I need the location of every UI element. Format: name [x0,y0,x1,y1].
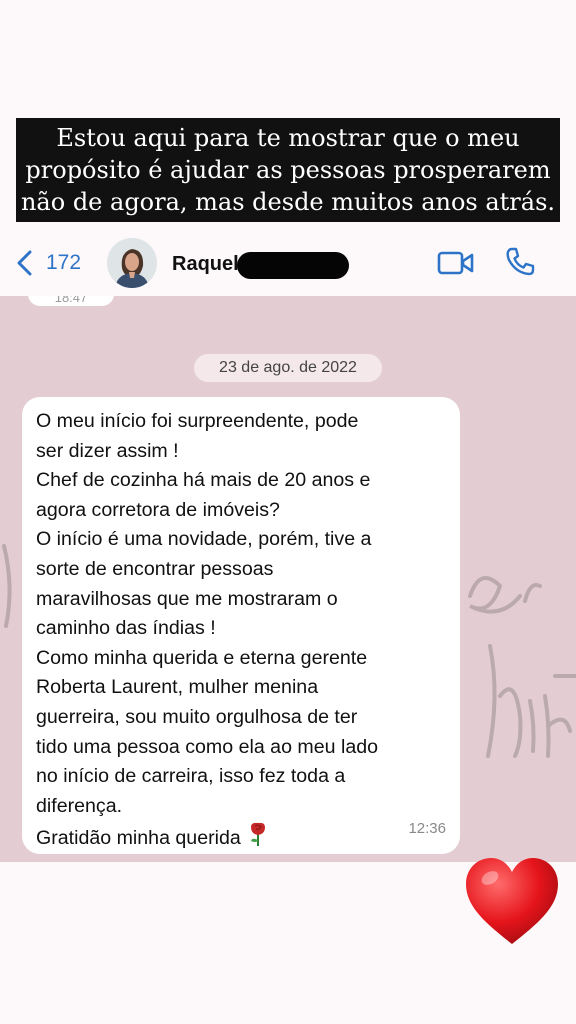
message-line: no início de carreira, isso fez toda a [36,765,346,788]
phone-call-icon[interactable] [504,246,536,278]
message-line-last: Gratidão minha querida [36,821,446,854]
previous-message-bubble: 18:47 [28,296,114,306]
message-line: guerreira, sou muito orgulhosa de ter [36,705,358,728]
story-caption: Estou aqui para te mostrar que o meu pro… [16,118,560,222]
message-line: agora corretora de imóveis? [36,498,280,521]
heart-sticker-icon [466,858,558,944]
caption-line: propósito é ajudar as pessoas prosperare… [25,156,551,184]
avatar[interactable] [107,238,157,288]
date-divider: 23 de ago. de 2022 [194,354,382,382]
message-line: maravilhosas que me mostraram o [36,587,338,610]
message-line: Chef de cozinha há mais de 20 anos e [36,469,371,492]
message-bubble[interactable]: O meu início foi surpreendente, pode ser… [22,397,460,854]
message-line: sorte de encontrar pessoas [36,557,274,580]
previous-message-time: 18:47 [54,296,88,305]
chat-header: 172 Raquel [0,232,576,296]
message-line: tido uma pessoa como ela ao meu lado [36,735,379,758]
message-time: 12:36 [408,820,446,838]
message-line: Como minha querida e eterna gerente [36,646,368,669]
message-line: caminho das índias ! [36,617,216,640]
message-line: O início é uma novidade, porém, tive a [36,528,372,551]
avatar-photo-icon [107,238,157,288]
chat-area[interactable]: 18:47 23 de ago. de 2022 O meu início fo… [0,296,576,862]
caption-line: não de agora, mas desde muitos anos atrá… [20,188,556,216]
message-line: diferença. [36,794,123,817]
back-chevron-icon[interactable] [14,248,36,278]
contact-name[interactable]: Raquel [172,253,239,276]
rose-icon [250,823,265,847]
caption-line: Estou aqui para te mostrar que o meu [56,124,520,152]
message-line: O meu início foi surpreendente, pode [36,410,359,432]
message-line: ser dizer assim ! [36,439,179,462]
message-line-text: Gratidão minha querida [36,827,241,850]
redaction-mark [237,252,349,279]
video-call-icon[interactable] [437,250,475,276]
back-unread-count[interactable]: 172 [46,251,81,275]
message-line: Roberta Laurent, mulher menina [36,676,319,699]
